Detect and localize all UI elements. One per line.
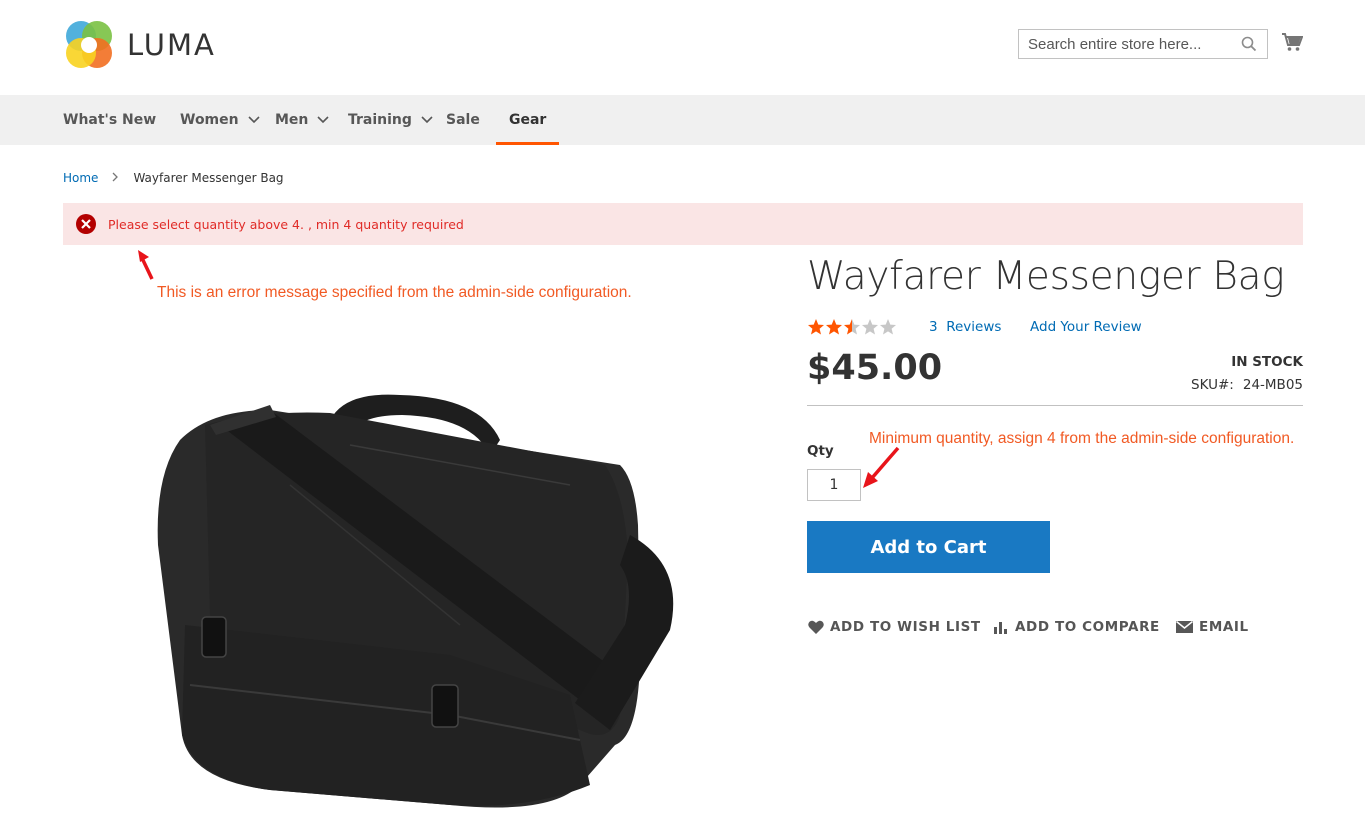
- nav-label: Gear: [509, 112, 547, 128]
- email-link[interactable]: EMAIL: [1176, 619, 1249, 635]
- error-annotation: This is an error message specified from …: [157, 284, 632, 301]
- stock-status: IN STOCK: [1231, 354, 1303, 370]
- breadcrumb-current: Wayfarer Messenger Bag: [133, 171, 284, 185]
- nav-item-sale[interactable]: Sale: [446, 95, 480, 145]
- product-image[interactable]: [150, 385, 685, 820]
- search-box: [1018, 29, 1268, 59]
- annotation-arrow-icon: [863, 446, 900, 488]
- add-to-compare-link[interactable]: ADD TO COMPARE: [993, 619, 1160, 635]
- product-price: $45.00: [807, 348, 943, 388]
- nav-label: Men: [275, 112, 309, 128]
- nav-item-women[interactable]: Women: [180, 95, 260, 145]
- reviews-count: 3: [929, 319, 938, 335]
- main-nav: What's New Women Men Training Sale Gear: [0, 95, 1365, 145]
- qty-input[interactable]: [807, 469, 861, 501]
- nav-item-whats-new[interactable]: What's New: [63, 95, 156, 145]
- add-review-link[interactable]: Add Your Review: [1030, 319, 1142, 335]
- add-to-cart-button[interactable]: Add to Cart: [807, 521, 1050, 573]
- sku-label: SKU#:: [1191, 377, 1234, 393]
- search-input[interactable]: [1019, 30, 1234, 58]
- chevron-down-icon: [421, 116, 433, 124]
- nav-item-gear[interactable]: Gear: [495, 95, 560, 145]
- breadcrumb: Home Wayfarer Messenger Bag: [63, 171, 284, 185]
- luma-logo[interactable]: LUMA: [63, 19, 216, 71]
- error-message-text: Please select quantity above 4. , min 4 …: [108, 216, 464, 232]
- nav-label: Training: [348, 112, 412, 128]
- compare-label: ADD TO COMPARE: [1015, 619, 1160, 635]
- wishlist-label: ADD TO WISH LIST: [830, 619, 981, 635]
- logo-text: LUMA: [127, 28, 216, 62]
- error-icon: [76, 214, 96, 234]
- envelope-icon: [1176, 621, 1193, 633]
- reviews-link[interactable]: 3 Reviews: [929, 319, 1001, 335]
- breadcrumb-home-link[interactable]: Home: [63, 171, 98, 185]
- nav-label: Women: [180, 112, 239, 128]
- rating-stars: [807, 318, 897, 336]
- header: LUMA: [0, 0, 1365, 95]
- email-label: EMAIL: [1199, 619, 1249, 635]
- nav-item-training[interactable]: Training: [348, 95, 433, 145]
- nav-label: What's New: [63, 112, 157, 128]
- luma-logo-icon: [66, 21, 112, 68]
- divider: [807, 405, 1303, 406]
- chevron-down-icon: [248, 116, 260, 124]
- reviews-label: Reviews: [946, 319, 1002, 335]
- compare-icon: [994, 622, 1007, 634]
- star-rating-icon: [808, 319, 896, 335]
- error-message: Please select quantity above 4. , min 4 …: [63, 203, 1303, 245]
- heart-icon: [808, 620, 824, 634]
- search-icon[interactable]: [1241, 36, 1257, 56]
- sku-value: 24-MB05: [1242, 377, 1303, 393]
- sku: SKU#: 24-MB05: [1191, 377, 1303, 393]
- nav-item-men[interactable]: Men: [275, 95, 329, 145]
- product-title: Wayfarer Messenger Bag: [807, 254, 1285, 299]
- nav-label: Sale: [446, 112, 480, 128]
- add-to-wishlist-link[interactable]: ADD TO WISH LIST: [808, 619, 981, 635]
- qty-label: Qty: [807, 443, 834, 459]
- chevron-right-icon: [112, 171, 119, 185]
- qty-annotation: Minimum quantity, assign 4 from the admi…: [869, 430, 1295, 447]
- chevron-down-icon: [317, 116, 329, 124]
- annotation-arrow-icon: [138, 250, 154, 280]
- cart-icon[interactable]: [1281, 31, 1304, 57]
